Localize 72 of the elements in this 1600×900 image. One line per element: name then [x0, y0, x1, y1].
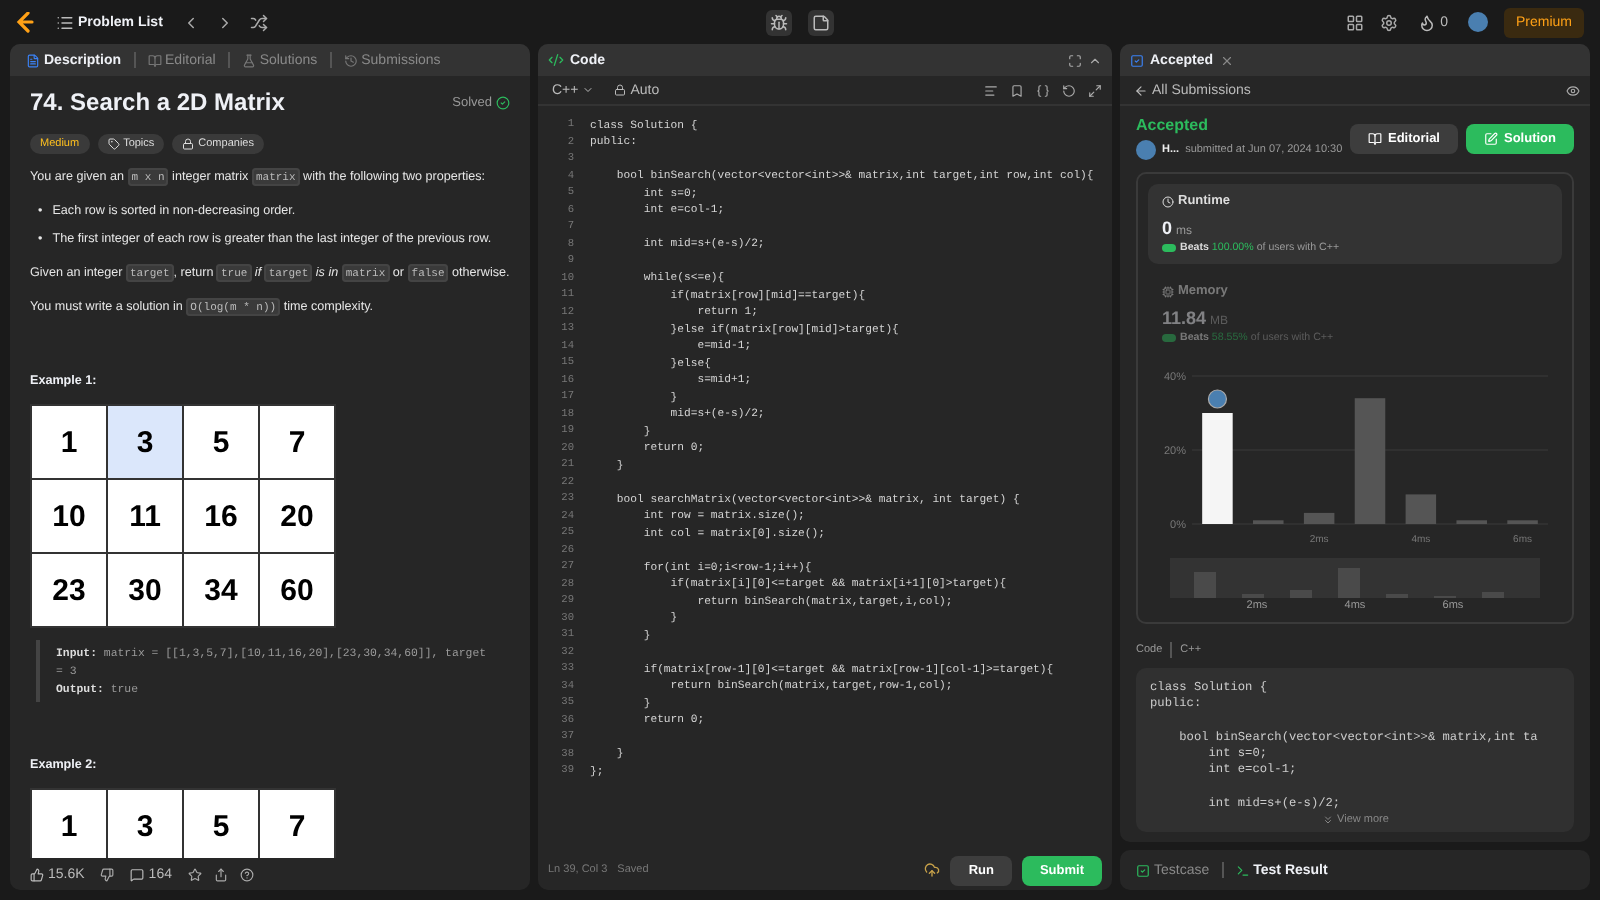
- reset-icon[interactable]: [1062, 83, 1076, 97]
- chevron-down-icon: [582, 84, 595, 96]
- matrix-cell: 1: [32, 406, 106, 478]
- expand-icon[interactable]: [1088, 83, 1102, 97]
- beats-icon: [1162, 244, 1176, 252]
- thumbs-up-icon: [30, 867, 44, 881]
- chart-bar: [1202, 413, 1233, 524]
- clock-icon: [1162, 195, 1174, 207]
- chip-icon: [1162, 285, 1174, 297]
- matrix-cell: 10: [32, 480, 106, 552]
- list-icon: [56, 13, 74, 31]
- double-chevron-down-icon: [1321, 814, 1334, 826]
- logo-icon[interactable]: [16, 11, 36, 33]
- matrix-cell: 5: [184, 790, 258, 858]
- matrix-cell: 11: [108, 480, 182, 552]
- matrix-cell: 30: [108, 554, 182, 626]
- settings-icon[interactable]: [1380, 13, 1399, 31]
- matrix-cell: 23: [32, 554, 106, 626]
- user-avatar: [1136, 140, 1156, 160]
- tag-icon: [107, 138, 120, 150]
- share-icon[interactable]: [213, 867, 228, 881]
- chart-bar: [1354, 398, 1386, 524]
- book-icon: [1367, 131, 1382, 145]
- back-arrow-icon: [1134, 83, 1148, 97]
- matrix-cell: 1: [32, 790, 106, 858]
- bookmark-icon[interactable]: [1010, 83, 1024, 97]
- note-icon: [812, 13, 830, 31]
- chart-bar: [1303, 512, 1335, 524]
- star-icon[interactable]: [187, 867, 202, 881]
- matrix-cell: 60: [260, 554, 334, 626]
- book-icon: [147, 53, 162, 67]
- matrix-cell: 3: [108, 790, 182, 858]
- upload-icon[interactable]: [924, 862, 941, 878]
- history-icon: [343, 53, 358, 67]
- eye-icon[interactable]: [1566, 83, 1580, 97]
- document-icon: [26, 53, 40, 67]
- matrix-cell: 3: [108, 406, 182, 478]
- collapse-icon[interactable]: [1088, 53, 1102, 67]
- avatar[interactable]: [1467, 12, 1488, 32]
- flame-icon: [1418, 13, 1437, 31]
- close-icon[interactable]: [1219, 53, 1234, 67]
- flask-icon: [241, 53, 256, 67]
- braces-icon[interactable]: [1036, 83, 1050, 97]
- matrix-cell: 20: [260, 480, 334, 552]
- checkbox-icon: [1136, 863, 1150, 877]
- shuffle-icon[interactable]: [250, 13, 269, 31]
- pen-icon: [1484, 131, 1498, 145]
- matrix-cell: 16: [184, 480, 258, 552]
- matrix-cell: 7: [260, 790, 334, 858]
- terminal-icon: [1235, 863, 1250, 877]
- avatar-marker-icon: [1207, 389, 1228, 409]
- comment-icon: [130, 867, 145, 881]
- problem-title: 74. Search a 2D Matrix: [30, 88, 285, 116]
- lock-icon: [182, 138, 195, 150]
- beats-icon: [1162, 334, 1176, 342]
- matrix-cell: 34: [184, 554, 258, 626]
- chart-bar: [1405, 494, 1437, 524]
- check-circle-icon: [496, 95, 510, 109]
- accepted-status: Accepted: [1136, 116, 1211, 134]
- bug-icon: [770, 13, 788, 31]
- format-icon[interactable]: [984, 83, 998, 97]
- help-icon[interactable]: [239, 867, 254, 881]
- dislike-icon[interactable]: [100, 867, 115, 881]
- code-icon: [548, 52, 564, 68]
- grid-icon[interactable]: [1346, 13, 1365, 31]
- debug-button[interactable]: [766, 9, 792, 35]
- fullscreen-icon[interactable]: [1068, 53, 1082, 67]
- matrix-cell: 5: [184, 406, 258, 478]
- check-icon: [1130, 53, 1144, 67]
- matrix-cell: 7: [260, 406, 334, 478]
- note-button[interactable]: [808, 9, 834, 35]
- lock-icon: [614, 84, 627, 96]
